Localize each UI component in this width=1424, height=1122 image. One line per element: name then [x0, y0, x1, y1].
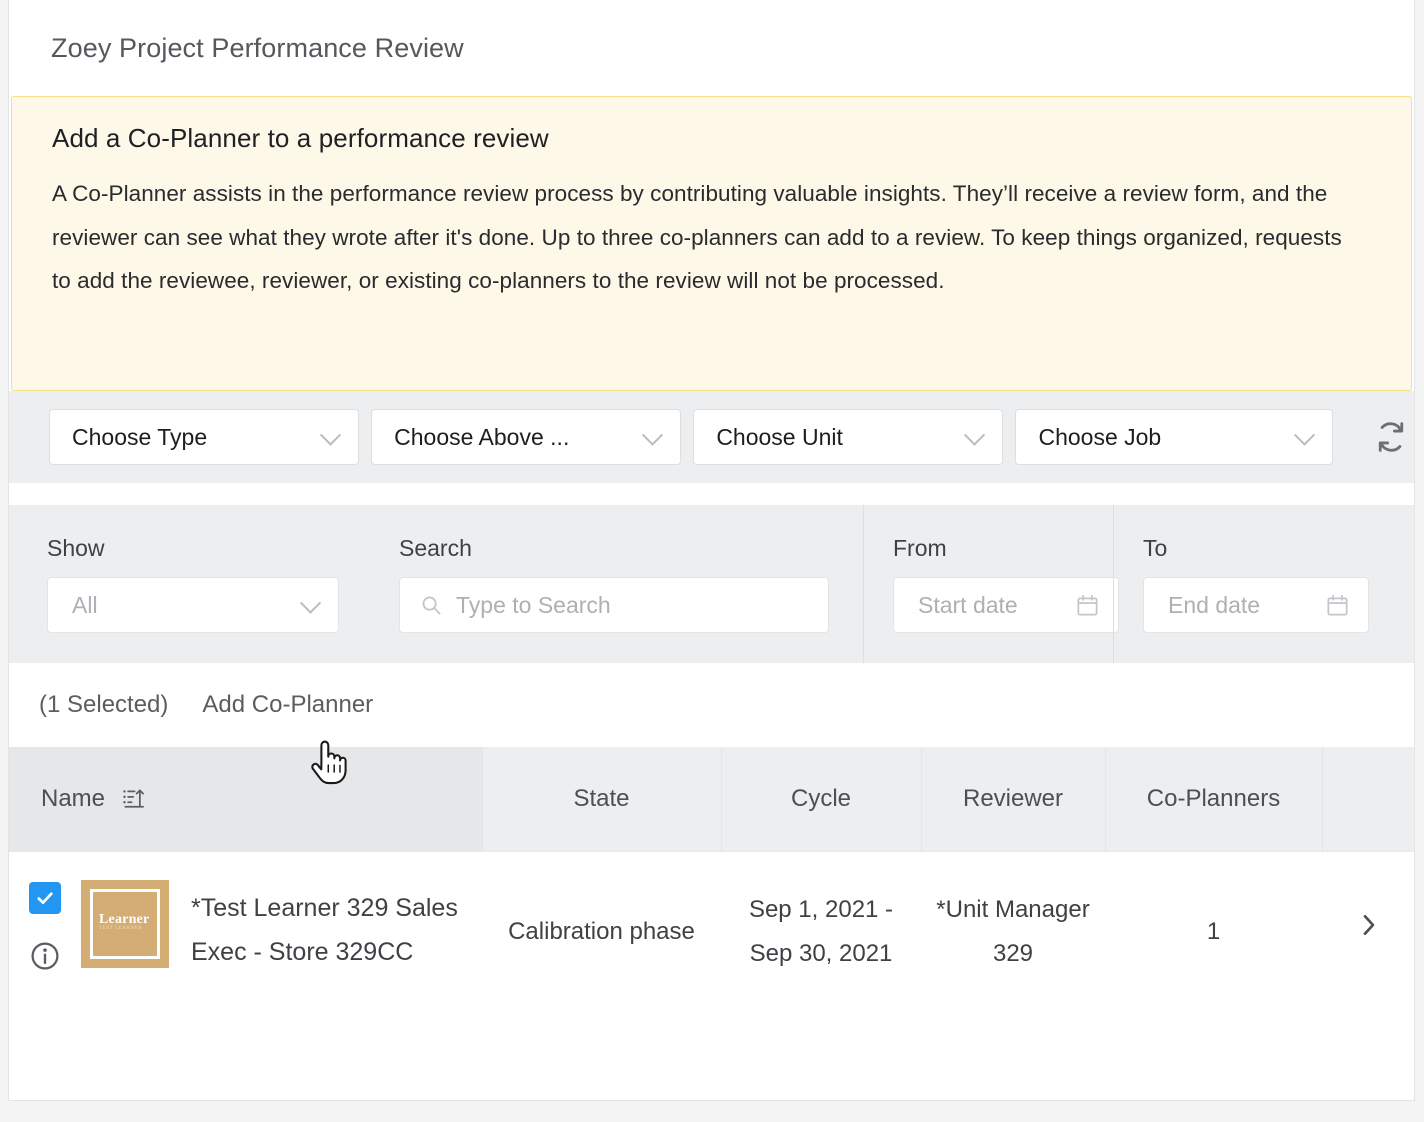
chevron-down-icon — [1297, 428, 1314, 445]
choose-job-value: Choose Job — [1038, 423, 1162, 450]
cell-cycle: Sep 1, 2021 - Sep 30, 2021 — [721, 850, 921, 1013]
search-placeholder: Type to Search — [456, 591, 611, 618]
notice-body: A Co-Planner assists in the performance … — [52, 181, 1342, 293]
page-header: Zoey Project Performance Review — [9, 0, 1414, 96]
from-label: From — [893, 535, 947, 561]
to-filter-group: To End date — [1113, 505, 1409, 663]
choose-type-select[interactable]: Choose Type — [49, 409, 360, 465]
column-label-name: Name — [41, 784, 106, 812]
page-root: Zoey Project Performance Review Add a Co… — [0, 0, 1424, 1122]
table-body: Learner TEST LEARNER *Test Learner 329 S… — [9, 850, 1414, 1013]
show-value: All — [72, 591, 98, 618]
search-icon — [422, 596, 441, 615]
action-bar: (1 Selected) Add Co-Planner — [9, 663, 1414, 747]
choose-above-value: Choose Above ... — [394, 423, 570, 450]
page-title: Zoey Project Performance Review — [51, 32, 464, 63]
search-label: Search — [399, 535, 472, 561]
avatar-sublabel: TEST LEARNER — [99, 925, 143, 931]
to-placeholder: End date — [1168, 591, 1261, 618]
sort-ascending-icon — [123, 789, 144, 808]
selector-bar: Choose Type Choose Above ... Choose Unit… — [9, 391, 1414, 483]
row-name: *Test Learner 329 Sales Exec - Store 329… — [191, 893, 458, 966]
notice-title: Add a Co-Planner to a performance review — [52, 123, 549, 153]
spacer — [9, 483, 1414, 505]
info-icon[interactable] — [29, 940, 61, 987]
column-header-reviewer[interactable]: Reviewer — [921, 747, 1106, 851]
show-select[interactable]: All — [47, 577, 339, 633]
column-header-actions — [1322, 747, 1414, 851]
cell-expand[interactable] — [1322, 850, 1414, 1013]
from-date-input[interactable]: Start date — [893, 577, 1119, 633]
reviews-table: Name State Cycle Reviewer Co-Planners Le… — [9, 747, 1414, 1013]
chevron-down-icon — [323, 428, 340, 445]
table-row[interactable]: Learner TEST LEARNER *Test Learner 329 S… — [9, 850, 1414, 1013]
calendar-icon — [1077, 594, 1098, 616]
table-header-row: Name State Cycle Reviewer Co-Planners — [9, 747, 1414, 851]
calendar-icon — [1327, 594, 1348, 616]
cell-co-planners: 1 — [1105, 850, 1322, 1013]
chevron-down-icon — [303, 596, 320, 613]
column-header-state[interactable]: State — [482, 747, 722, 851]
chevron-right-icon — [1363, 914, 1375, 935]
show-label: Show — [47, 535, 105, 561]
column-header-name[interactable]: Name — [9, 747, 483, 851]
check-icon — [37, 891, 53, 904]
show-filter-group: Show All — [9, 535, 361, 633]
filter-bar: Show All Search Type to Search From Star… — [9, 505, 1414, 663]
cell-state: Calibration phase — [482, 850, 721, 1013]
avatar: Learner TEST LEARNER — [81, 879, 169, 968]
from-filter-group: From Start date — [851, 505, 1119, 663]
column-header-co-planners[interactable]: Co-Planners — [1105, 747, 1323, 851]
cell-reviewer: *Unit Manager 329 — [921, 850, 1105, 1013]
to-label: To — [1143, 535, 1168, 561]
review-card: Zoey Project Performance Review Add a Co… — [8, 0, 1415, 1101]
choose-type-value: Choose Type — [72, 423, 208, 450]
choose-above-select[interactable]: Choose Above ... — [371, 409, 682, 465]
row-checkbox[interactable] — [29, 881, 61, 914]
info-notice: Add a Co-Planner to a performance review… — [11, 96, 1412, 391]
refresh-button[interactable] — [1369, 414, 1414, 460]
refresh-icon — [1379, 422, 1404, 452]
from-placeholder: Start date — [918, 591, 1018, 618]
choose-unit-value: Choose Unit — [716, 423, 843, 450]
add-co-planner-button[interactable]: Add Co-Planner — [202, 691, 373, 719]
to-date-input[interactable]: End date — [1143, 577, 1369, 633]
column-header-cycle[interactable]: Cycle — [721, 747, 922, 851]
selected-count: (1 Selected) — [39, 691, 169, 718]
search-filter-group: Search Type to Search — [361, 535, 851, 633]
chevron-down-icon — [645, 428, 662, 445]
table-header: Name State Cycle Reviewer Co-Planners — [9, 747, 1414, 851]
search-input[interactable]: Type to Search — [399, 577, 829, 633]
choose-unit-select[interactable]: Choose Unit — [693, 409, 1004, 465]
chevron-down-icon — [967, 428, 984, 445]
cell-name: Learner TEST LEARNER *Test Learner 329 S… — [9, 850, 482, 1013]
choose-job-select[interactable]: Choose Job — [1015, 409, 1333, 465]
